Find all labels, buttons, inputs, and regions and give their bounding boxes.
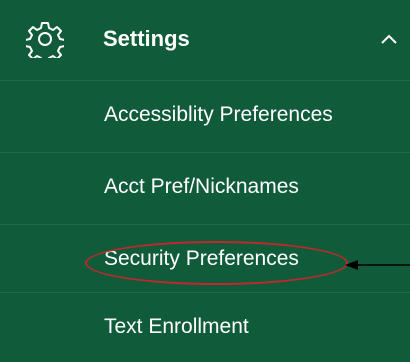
menu-item-accessibility-preferences[interactable]: Accessiblity Preferences [0, 80, 410, 150]
settings-label: Settings [103, 26, 190, 51]
menu-item-label: Acct Pref/Nicknames [104, 175, 299, 198]
menu-item-security-preferences[interactable]: Security Preferences [0, 224, 410, 294]
chevron-up-icon[interactable] [378, 28, 400, 50]
menu-item-text-enrollment[interactable]: Text Enrollment [0, 292, 410, 362]
menu-item-label: Text Enrollment [104, 315, 249, 338]
gear-icon [26, 22, 64, 58]
settings-header[interactable]: Settings [0, 0, 410, 80]
menu-item-label: Accessiblity Preferences [104, 103, 333, 126]
settings-menu: Settings Accessiblity Preferences Acct P… [0, 0, 410, 362]
menu-item-label: Security Preferences [104, 247, 299, 270]
menu-item-acct-pref-nicknames[interactable]: Acct Pref/Nicknames [0, 152, 410, 222]
